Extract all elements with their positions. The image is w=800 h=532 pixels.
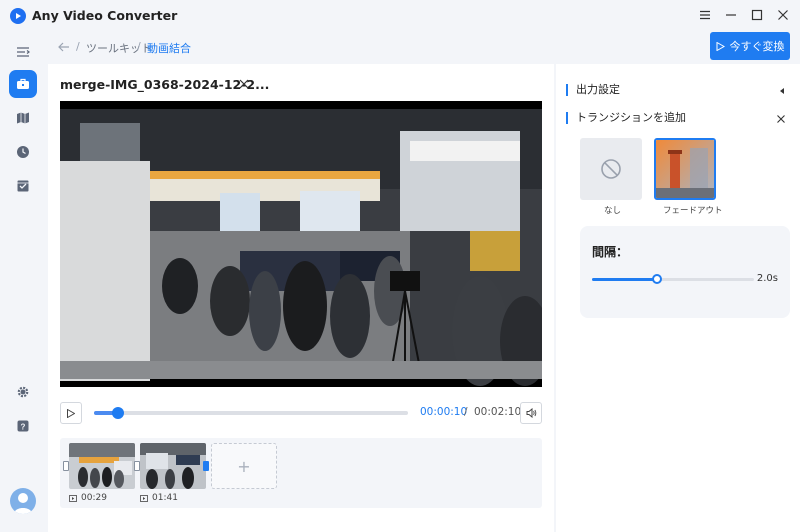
transition-none-option[interactable] — [580, 138, 642, 200]
clip-item[interactable] — [140, 443, 206, 489]
svg-text:?: ? — [21, 423, 26, 432]
transition-fadeout-option[interactable] — [654, 138, 716, 200]
main-panel: merge-IMG_0368-2024-12-2... 00:00:10 / 0… — [48, 64, 554, 532]
breadcrumb-separator: / — [76, 40, 80, 53]
clock-icon[interactable] — [9, 138, 37, 166]
clip-duration: 01:41 — [140, 493, 178, 503]
clip-trim-handle[interactable] — [134, 461, 140, 471]
add-transition-header: トランジションを追加 — [566, 112, 686, 124]
gear-icon[interactable] — [9, 378, 37, 406]
breadcrumb-separator: / — [137, 40, 141, 53]
maximize-icon[interactable] — [748, 6, 766, 24]
play-icon — [67, 408, 75, 418]
playback-controls: 00:00:10 / 00:02:10 — [60, 402, 542, 424]
volume-icon — [526, 408, 536, 418]
window-controls — [696, 6, 792, 24]
help-icon[interactable]: ? — [9, 412, 37, 440]
clips-timeline: 00:29 01:41 + — [60, 438, 542, 508]
clip-thumbnail — [69, 443, 135, 489]
output-settings-header[interactable]: 出力設定 — [566, 84, 620, 96]
interval-settings: 間隔： 2.0s — [580, 226, 790, 318]
checklist-icon[interactable] — [9, 172, 37, 200]
interval-slider[interactable] — [592, 274, 754, 284]
close-file-icon[interactable] — [238, 78, 250, 90]
convert-now-label: 今すぐ変換 — [729, 40, 785, 53]
add-clip-button[interactable]: + — [211, 443, 277, 489]
video-clip-icon — [69, 494, 77, 502]
breadcrumb-toolkit[interactable]: ツールキット — [86, 40, 152, 56]
progress-knob[interactable] — [112, 407, 125, 419]
back-arrow-icon[interactable] — [57, 40, 71, 54]
plus-icon: + — [237, 456, 251, 476]
no-entry-icon — [601, 159, 621, 179]
play-icon — [716, 41, 725, 51]
settings-panel: 出力設定 トランジションを追加 なし フェードアウト 間隔： 2.0s — [556, 64, 800, 532]
map-icon[interactable] — [9, 104, 37, 132]
clip-duration: 00:29 — [69, 493, 107, 503]
title-bar: Any Video Converter — [0, 0, 800, 32]
interval-slider-fill — [592, 278, 657, 281]
top-bar: / ツールキット / 動画結合 今すぐ変換 — [48, 32, 800, 62]
time-separator: / — [464, 406, 468, 418]
total-time: 00:02:10 — [474, 406, 522, 418]
toolbox-icon[interactable] — [9, 70, 37, 98]
interval-label: 間隔： — [592, 245, 629, 259]
logo-icon — [10, 8, 26, 24]
close-icon[interactable] — [774, 6, 792, 24]
app-title: Any Video Converter — [32, 8, 178, 23]
sidebar-toggle-icon[interactable] — [9, 38, 37, 66]
video-clip-icon — [140, 494, 148, 502]
current-time: 00:00:10 — [420, 406, 468, 418]
clip-thumbnail — [140, 443, 206, 489]
clip-item[interactable] — [69, 443, 135, 489]
sidebar: ? — [0, 32, 48, 532]
menu-icon[interactable] — [696, 6, 714, 24]
transition-none-label: なし — [604, 206, 622, 216]
interval-value: 2.0s — [756, 273, 778, 284]
clip-trim-handle[interactable] — [203, 461, 209, 471]
progress-bar[interactable] — [94, 407, 408, 419]
breadcrumb-video-merge: 動画結合 — [147, 42, 191, 55]
close-transition-icon[interactable] — [776, 113, 786, 123]
avatar[interactable] — [10, 488, 36, 514]
transition-fadeout-label: フェードアウト — [663, 206, 723, 216]
collapse-arrow-icon[interactable] — [778, 84, 786, 94]
clip-trim-handle[interactable] — [63, 461, 69, 471]
video-preview[interactable] — [60, 101, 542, 387]
clip-duration-text: 01:41 — [152, 493, 178, 503]
clip-duration-text: 00:29 — [81, 493, 107, 503]
play-button[interactable] — [60, 402, 82, 424]
minimize-icon[interactable] — [722, 6, 740, 24]
interval-slider-knob[interactable] — [651, 274, 662, 284]
convert-now-button[interactable]: 今すぐ変換 — [710, 32, 790, 60]
volume-button[interactable] — [520, 402, 542, 424]
